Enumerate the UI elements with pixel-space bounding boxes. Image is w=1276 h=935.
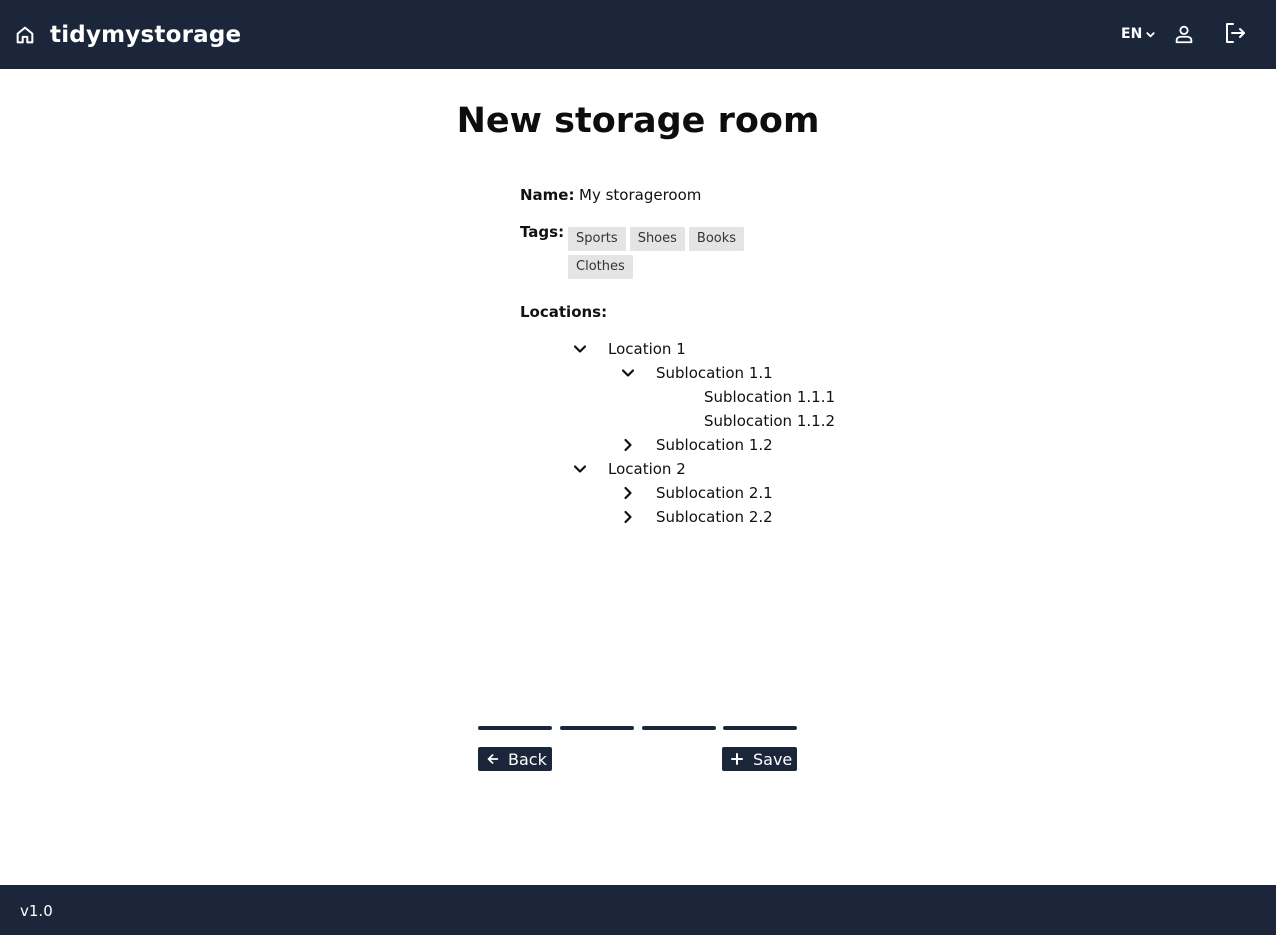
back-button-label: Back [508,749,547,769]
name-value: My storageroom [579,186,702,204]
footer: v1.0 [0,885,1276,935]
back-button[interactable]: Back [478,747,552,771]
tree-node[interactable]: Sublocation 1.1.2 [704,409,835,433]
chevron-down-icon [1146,31,1155,37]
brand-name[interactable]: tidymystorage [50,22,241,48]
save-button-label: Save [753,749,793,769]
tag-chip[interactable]: Clothes [568,255,633,279]
tree-node[interactable]: Location 1 [608,337,686,361]
home-icon[interactable] [14,24,36,46]
chevron-right-icon[interactable] [620,509,636,525]
tree-node[interactable]: Location 2 [608,457,686,481]
page-title: New storage room [456,101,820,141]
logout-icon[interactable] [1223,21,1247,45]
tree-node[interactable]: Sublocation 1.1 [656,361,773,385]
tag-chip[interactable]: Books [688,227,745,251]
name-label: Name: [520,186,575,204]
top-navbar: tidymystorage EN [0,0,1276,69]
chevron-down-icon[interactable] [572,341,588,357]
chevron-right-icon[interactable] [620,485,636,501]
tags-label: Tags: [520,223,565,241]
tag-list: Sports Shoes Books Clothes [568,227,748,279]
save-button[interactable]: Save [722,747,797,771]
user-icon[interactable] [1173,23,1195,45]
progress-step [478,726,552,730]
progress-step [723,726,797,730]
tree-node[interactable]: Sublocation 1.1.1 [704,385,835,409]
tree-node[interactable]: Sublocation 2.2 [656,505,773,529]
language-selector[interactable]: EN [1121,24,1156,44]
tag-chip[interactable]: Sports [568,227,626,251]
tree-node[interactable]: Sublocation 1.2 [656,433,773,457]
tag-chip[interactable]: Shoes [629,227,685,251]
chevron-right-icon[interactable] [620,437,636,453]
app-version: v1.0 [20,902,53,920]
progress-step [560,726,634,730]
chevron-down-icon[interactable] [572,461,588,477]
arrow-left-icon [487,754,499,764]
locations-label: Locations: [520,303,608,321]
progress-step [642,726,716,730]
chevron-down-icon[interactable] [620,365,636,381]
language-code: EN [1121,26,1143,42]
plus-icon [731,753,743,765]
tree-node[interactable]: Sublocation 2.1 [656,481,773,505]
home-link[interactable]: tidymystorage [14,20,241,50]
